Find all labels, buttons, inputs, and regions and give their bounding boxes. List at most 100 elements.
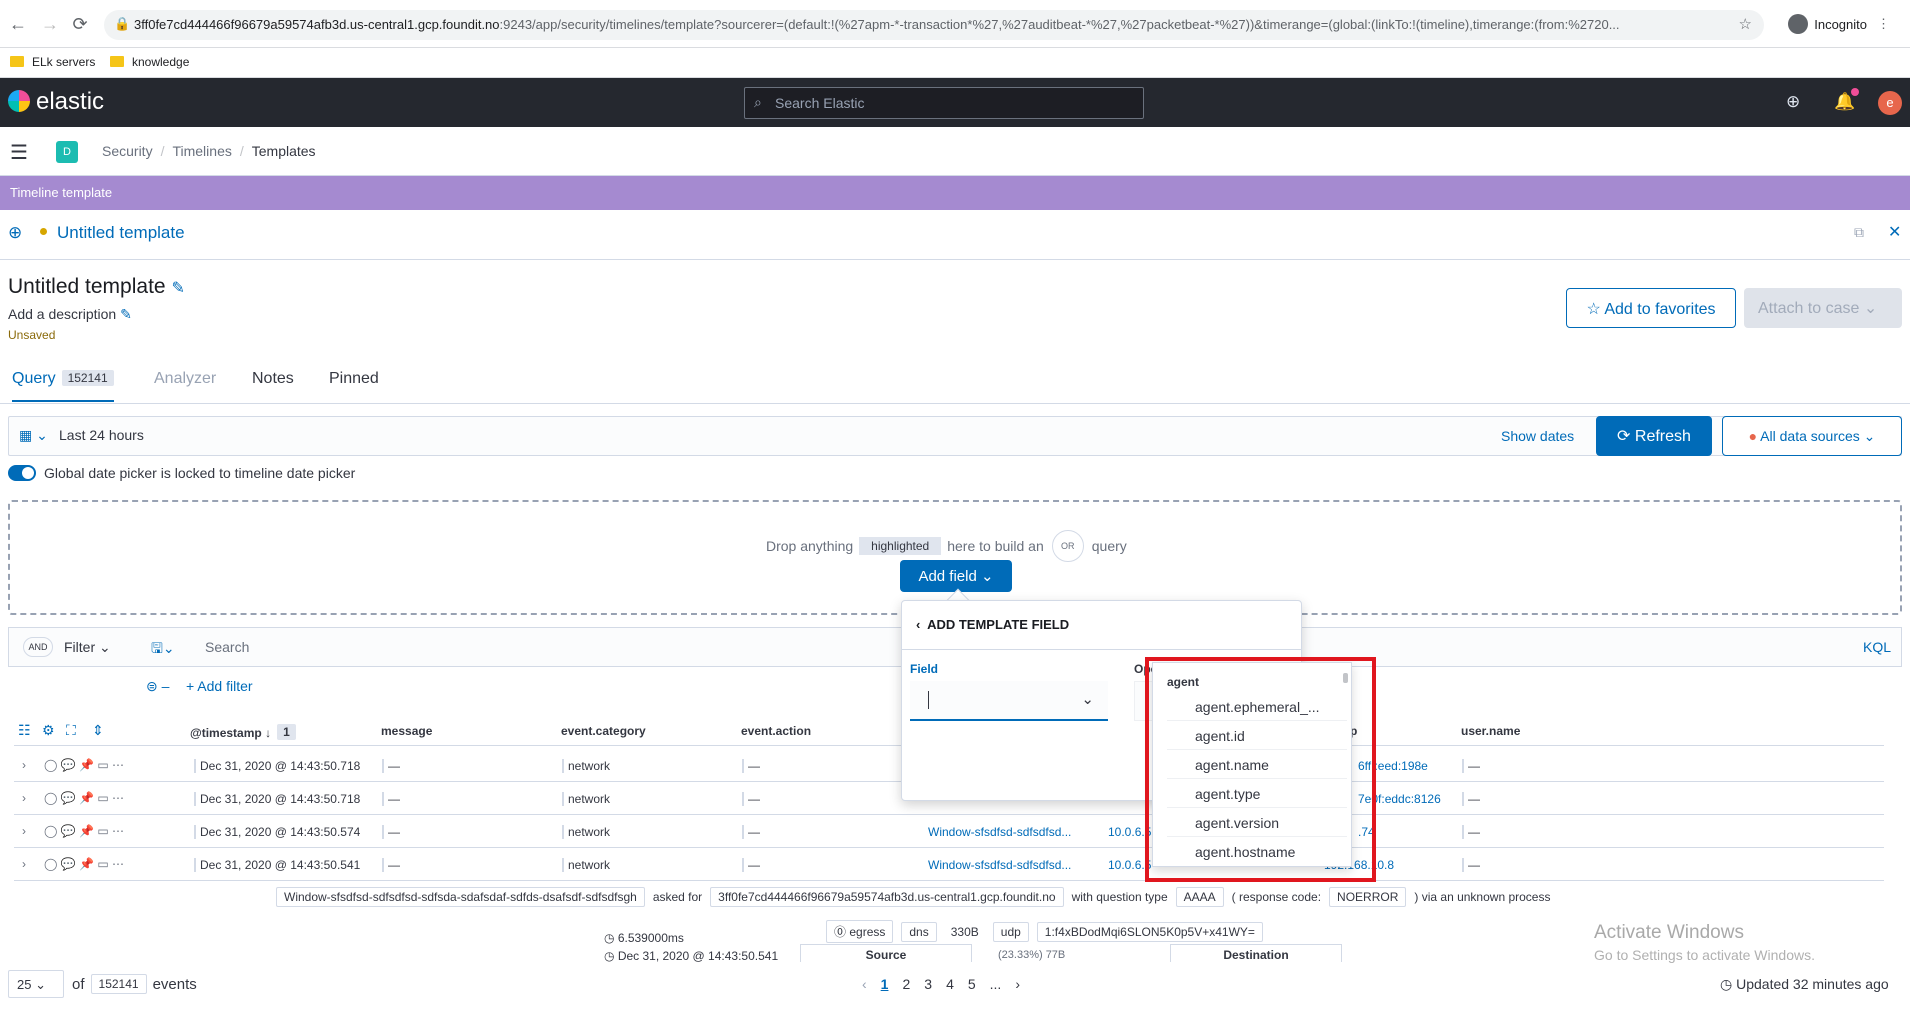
date-range-label[interactable]: Last 24 hours [59,427,144,443]
inspect-icon[interactable]: ⧉ [1854,224,1864,241]
row-actions-icon[interactable]: ◯ 💬 📌 ▭ ⋯ [44,758,124,772]
expand-icon[interactable]: › [22,791,26,805]
user-avatar[interactable]: e [1878,91,1902,115]
direction-pill[interactable]: ⓪ egress [826,920,894,943]
row-height-icon[interactable]: ⇕ [92,722,104,739]
column-header-event-action[interactable]: event.action [741,724,811,738]
cell-action: — [742,825,760,839]
edit-title-icon[interactable]: ✎ [171,280,184,297]
tab-analyzer[interactable]: Analyzer [154,370,216,388]
and-badge[interactable]: AND [23,637,53,657]
response-code-pill[interactable]: NOERROR [1329,887,1407,907]
address-bar[interactable]: 🔒 3ff0fe7cd444466f96679a59574afb3d.us-ce… [104,10,1764,40]
kql-toggle[interactable]: KQL [1863,639,1891,655]
row-actions-icon[interactable]: ◯ 💬 📌 ▭ ⋯ [44,791,124,805]
protocol-pill[interactable]: dns [901,921,937,942]
cell-host[interactable]: Window-sfsdfsd-sdfsdfsd... [928,825,1071,839]
chevron-down-icon[interactable]: ⌄ [1081,690,1094,708]
back-icon[interactable]: ← [6,12,30,36]
prev-page-icon[interactable]: ‹ [862,976,867,992]
column-header-timestamp[interactable]: @timestamp ↓ 1 [190,724,296,740]
kibana-header: elastic ⌕ Search Elastic ⊕ 🔔 e [0,78,1910,127]
timeline-tab-title[interactable]: Untitled template [57,223,185,243]
toggle-switch[interactable] [8,465,36,481]
incognito-indicator[interactable]: Incognito ⋮ [1788,14,1890,34]
cell-user: — [1462,792,1480,806]
column-list-icon[interactable]: ☷ [18,722,31,739]
column-header-message[interactable]: message [381,724,432,738]
close-icon[interactable]: ✕ [1888,222,1901,242]
add-to-favorites-button[interactable]: ☆ Add to favorites [1566,288,1736,328]
bookmark-star-icon[interactable]: ☆ [1739,15,1752,33]
page-2[interactable]: 2 [902,976,910,992]
page-ellipsis: ... [989,976,1002,992]
chevron-down-icon: ⌄ [980,568,994,585]
reload-icon[interactable]: ⟳ [68,12,92,36]
cell-action: — [742,759,760,773]
back-chevron-icon[interactable]: ‹ [916,617,920,632]
edit-description-icon[interactable]: ✎ [120,306,132,322]
saved-query-icon[interactable]: 🖫⌄ [151,638,175,662]
row-actions-icon[interactable]: ◯ 💬 📌 ▭ ⋯ [44,824,124,838]
tab-query[interactable]: Query 152141 [12,370,114,402]
attach-to-case-button[interactable]: Attach to case ⌄ [1744,288,1902,328]
fullscreen-icon[interactable]: ⛶ [66,722,76,739]
cell-host[interactable]: Window-sfsdfsd-sdfsdfsd... [928,858,1071,872]
page-5[interactable]: 5 [968,976,976,992]
tab-pinned[interactable]: Pinned [329,370,379,388]
refresh-icon: ⟳ [1617,428,1631,445]
add-field-button[interactable]: Add field ⌄ [900,560,1012,592]
filter-dropdown[interactable]: Filter ⌄ [64,639,111,656]
elastic-logo-icon [8,90,30,112]
source-box: Source [800,944,972,962]
filter-options-icon[interactable]: ⊜ – [146,678,169,695]
community-id-pill[interactable]: 1:f4xBDodMqi6SLON5K0p5V+x41WY= [1036,921,1263,942]
text-caret [928,691,929,709]
chevron-down-icon: ⌄ [1863,300,1878,317]
table-row[interactable]: › ◯ 💬 📌 ▭ ⋯ Dec 31, 2020 @ 14:43:50.541 … [14,848,1884,881]
description-field[interactable]: Add a description ✎ [8,306,132,323]
add-new-timeline-icon[interactable]: ⊕ [8,223,22,243]
page-1[interactable]: 1 [881,976,889,992]
breadcrumb-security[interactable]: Security [102,143,153,159]
settings-icon[interactable]: ⚙ [42,722,55,739]
elastic-logo[interactable]: elastic [8,88,104,116]
calendar-icon[interactable]: ▦ ⌄ [19,427,48,444]
transport-pill[interactable]: udp [992,921,1029,942]
rows-per-page-select[interactable]: 25 ⌄ [8,970,64,998]
menu-icon[interactable]: ☰ [10,140,28,165]
add-filter-link[interactable]: + Add filter [186,678,253,694]
qtype-pill[interactable]: AAAA [1175,887,1224,907]
row-actions-icon[interactable]: ◯ 💬 📌 ▭ ⋯ [44,857,124,871]
bookmark-elk-servers[interactable]: ELk servers [10,55,95,69]
expand-icon[interactable]: › [22,857,26,871]
host-pill[interactable]: Window-sfsdfsd-sdfsdfsd-sdfsda-sdafsdaf-… [276,887,645,907]
chevron-down-icon: ⌄ [99,639,111,655]
show-dates-link[interactable]: Show dates [1501,428,1574,444]
expand-icon[interactable]: › [22,758,26,772]
bookmark-knowledge[interactable]: knowledge [110,55,189,69]
forward-icon[interactable]: → [38,12,62,36]
global-search-input[interactable]: ⌕ Search Elastic [744,87,1144,119]
domain-pill[interactable]: 3ff0fe7cd444466f96679a59574afb3d.us-cent… [710,887,1064,907]
browser-menu-icon[interactable]: ⋮ [1877,16,1890,32]
date-lock-toggle[interactable]: Global date picker is locked to timeline… [8,465,355,481]
kql-search-input[interactable]: Search [205,639,249,655]
data-sources-button[interactable]: ● All data sources ⌄ [1722,416,1902,456]
event-count: of 152141 events [72,974,197,994]
refresh-button[interactable]: ⟳ Refresh [1596,416,1712,456]
expand-icon[interactable]: › [22,824,26,838]
column-header-event-category[interactable]: event.category [561,724,646,738]
highlight-annotation-box [1145,657,1376,882]
column-header-user-name[interactable]: user.name [1461,724,1520,738]
field-combobox[interactable]: ⌄ [910,681,1108,721]
space-avatar[interactable]: D [56,141,78,163]
next-page-icon[interactable]: › [1015,976,1020,992]
table-row[interactable]: › ◯ 💬 📌 ▭ ⋯ Dec 31, 2020 @ 14:43:50.574 … [14,815,1884,848]
help-icon[interactable]: ⊕ [1786,92,1800,112]
tab-notes[interactable]: Notes [252,370,294,388]
page-4[interactable]: 4 [946,976,954,992]
cell-category: network [562,858,610,872]
breadcrumb-timelines[interactable]: Timelines [172,143,231,159]
page-3[interactable]: 3 [924,976,932,992]
